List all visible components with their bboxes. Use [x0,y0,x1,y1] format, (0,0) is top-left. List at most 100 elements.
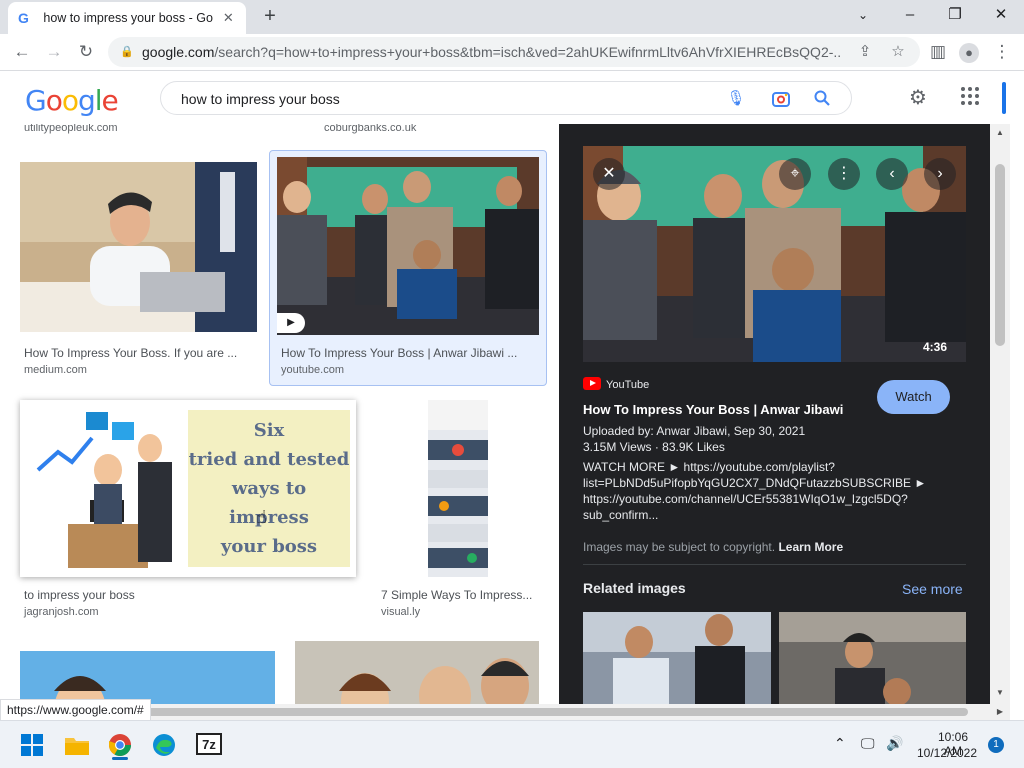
lock-icon: 🔒 [120,46,134,58]
video-play-icon: ▶ [277,313,305,333]
copyright-notice: Images may be subject to copyright. Lear… [583,540,844,554]
google-logo-letter: g [77,84,96,117]
tab-google-search[interactable]: G how to impress your boss - Goog ✕ [8,2,246,34]
browser-toolbar: ← → ↻ 🔒 google.com/search?q=how+to+impre… [0,34,1024,71]
poster-text: Six tried and tested ways to impress you… [188,420,350,557]
search-icon[interactable] [812,89,832,109]
uploader-info: Uploaded by: Anwar Jibawi, Sep 30, 2021 [583,424,806,438]
source-site-name[interactable]: YouTube [606,379,649,391]
result-source[interactable]: coburgbanks.co.uk [324,124,416,134]
address-url: google.com/search?q=how+to+impress+your+… [142,44,842,60]
related-images-heading: Related images [583,580,686,596]
see-more-link[interactable]: See more [902,581,963,597]
edge-icon[interactable] [152,733,178,757]
learn-more-link[interactable]: Learn More [778,540,843,554]
volume-icon[interactable]: 🔊 [886,735,903,752]
forward-button[interactable]: → [42,40,66,64]
preview-title[interactable]: How To Impress Your Boss | Anwar Jibawi [583,402,843,417]
result-source[interactable]: medium.com [24,364,87,376]
address-bar[interactable]: 🔒 google.com/search?q=how+to+impress+you… [108,37,920,67]
network-icon[interactable]: 🖵 [861,735,875,752]
google-header: Google how to impress your boss 🎙 ⚙ [0,72,1010,124]
youtube-logo-icon [583,377,601,390]
windows-taskbar: 7z ⌃ 🖵 🔊 10:06 AM 10/12/2022 1 [0,720,1024,768]
result-thumbnail[interactable] [20,162,257,332]
close-window-button[interactable]: ✕ [986,4,1016,26]
voice-search-icon[interactable]: 🎙 [726,89,746,109]
page-vertical-scrollbar[interactable]: ▲ ▼ [990,124,1010,704]
lens-search-icon[interactable] [771,89,791,109]
page-horizontal-scrollbar[interactable]: ▶ [0,704,1010,720]
search-query: how to impress your boss [181,91,340,107]
google-logo-letter: e [101,84,119,117]
result-source[interactable]: jagranjosh.com [24,606,99,618]
menu-kebab-icon[interactable]: ⋮ [990,40,1014,64]
next-image-icon[interactable]: › [924,158,956,190]
preview-description: https://youtube.com/channel/UCEr55381WIq… [583,492,908,506]
result-source[interactable]: visual.ly [381,606,420,618]
show-hidden-icons-icon[interactable]: ⌃ [834,735,846,752]
close-preview-icon[interactable]: ✕ [593,158,625,190]
watch-button[interactable]: Watch [877,380,950,414]
scrollbar-thumb[interactable] [995,164,1005,346]
result-source[interactable]: youtube.com [281,364,344,376]
result-caption[interactable]: How To Impress Your Boss | Anwar Jibawi … [281,346,531,360]
image-preview-panel: ✕ ⌖ ⋮ ‹ › 4:36 YouTube Watch How To Impr… [559,124,990,704]
related-image[interactable] [583,612,771,704]
lens-search-icon[interactable]: ⌖ [779,158,811,190]
result-thumbnail[interactable] [428,400,488,577]
result-caption[interactable]: to impress your boss [24,588,324,602]
result-thumbnail[interactable] [295,641,539,704]
preview-image[interactable]: ✕ ⌖ ⋮ ‹ › 4:36 [583,146,966,362]
result-thumbnail-selected[interactable]: ▶ [277,157,539,335]
result-thumbnail-hovered[interactable]: Six tried and tested ways to impress you… [20,400,356,577]
status-bar-url: https://www.google.com/# [0,699,151,721]
search-input[interactable]: how to impress your boss 🎙 [160,81,852,115]
restore-button[interactable]: ❐ [940,4,970,26]
related-image[interactable] [779,612,966,704]
hand-cursor-icon: ☝ [256,507,267,527]
scroll-up-arrow-icon[interactable]: ▲ [990,128,1010,137]
bookmark-star-icon[interactable]: ☆ [889,43,907,61]
preview-description: WATCH MORE ► https://youtube.com/playlis… [583,460,835,474]
divider [583,564,966,565]
tab-strip: G how to impress your boss - Goog ✕ + ⌄ … [0,0,1024,34]
back-button[interactable]: ← [10,40,34,64]
google-logo-letter: G [25,84,47,117]
profile-avatar-icon[interactable]: ● [957,40,981,64]
file-explorer-icon[interactable] [64,733,90,757]
result-thumbnail[interactable] [20,651,275,704]
clock-date[interactable]: 10/12/2022 [914,746,980,760]
result-caption[interactable]: How To Impress Your Boss. If you are ... [24,346,254,360]
scroll-right-arrow-icon[interactable]: ▶ [990,707,1010,716]
active-app-indicator [112,757,128,760]
chrome-icon[interactable] [108,733,134,760]
google-logo[interactable]: Google [25,84,119,117]
share-icon[interactable]: ⇪ [856,43,874,61]
notification-badge[interactable]: 1 [988,737,1004,753]
google-favicon-icon: G [18,10,29,26]
new-tab-button[interactable]: + [259,5,281,27]
preview-description: list=PLbNDd5uPifopbYqGU2CX7_DNdQFutazzbS… [583,476,927,490]
reload-button[interactable]: ↻ [74,40,98,64]
account-indicator [1002,82,1006,114]
tab-close-icon[interactable]: ✕ [221,10,236,26]
7zip-icon[interactable]: 7z [196,733,222,755]
side-panel-icon[interactable]: ▥ [926,40,950,64]
tab-title: how to impress your boss - Goog [43,11,213,25]
more-options-icon[interactable]: ⋮ [828,158,860,190]
scroll-down-arrow-icon[interactable]: ▼ [990,688,1010,697]
google-logo-letter: o [61,84,79,117]
settings-gear-icon[interactable]: ⚙ [906,86,930,110]
image-results-grid: utilitypeopleuk.com coburgbanks.co.uk Ho… [0,124,559,704]
tab-search-button[interactable]: ⌄ [848,4,878,26]
video-duration: 4:36 [923,340,948,354]
video-stats: 3.15M Views · 83.9K Likes [583,440,725,454]
windows-start-icon[interactable] [20,733,46,757]
result-caption[interactable]: 7 Simple Ways To Impress... [381,588,541,602]
preview-description: sub_confirm... [583,508,659,522]
google-apps-icon[interactable] [958,86,982,110]
previous-image-icon[interactable]: ‹ [876,158,908,190]
result-source[interactable]: utilitypeopleuk.com [24,124,118,134]
minimize-button[interactable]: – [895,4,925,26]
